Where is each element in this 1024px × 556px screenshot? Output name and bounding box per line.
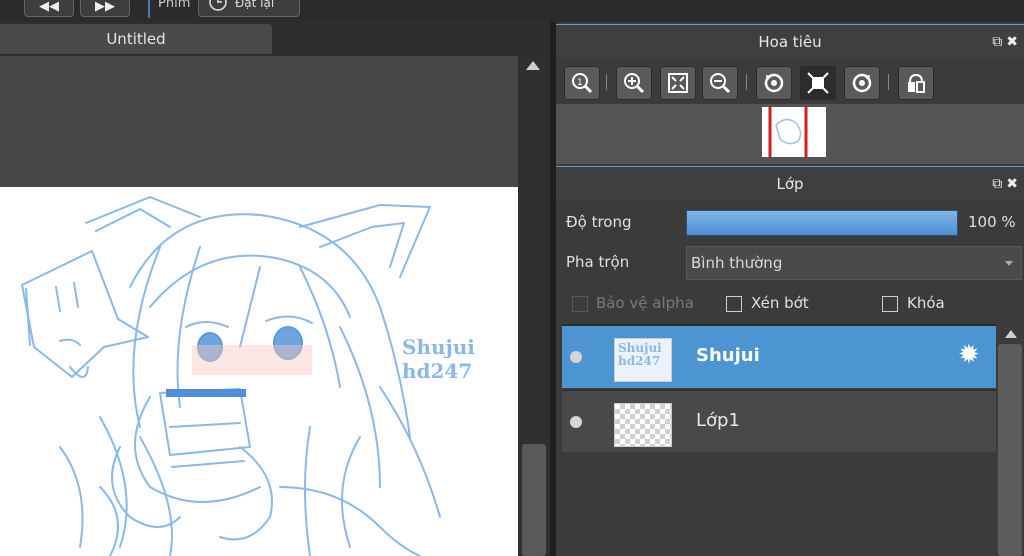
scrollbar-thumb[interactable]: [522, 444, 546, 556]
zoom-out-button[interactable]: [702, 66, 738, 100]
reset-label: Đặt lại: [235, 0, 275, 10]
fit-window-icon: [807, 72, 829, 94]
navigator-title: Hoa tiêu: [758, 33, 822, 51]
drawing-canvas[interactable]: Shujui hd247: [0, 187, 518, 556]
zoom-out-icon: [710, 73, 731, 94]
rewind-button[interactable]: ◀◀: [24, 0, 74, 17]
scroll-up-icon[interactable]: [1005, 330, 1017, 338]
gear-icon[interactable]: ✹: [958, 342, 980, 368]
layer-row-lop1[interactable]: Lớp1: [562, 390, 996, 454]
zoom-in-button[interactable]: [616, 66, 652, 100]
layer-panel-title: Lớp: [776, 175, 804, 193]
opacity-label: Độ trong: [566, 213, 632, 231]
toolbar-separator: [888, 74, 889, 90]
rewind-icon: ◀◀: [39, 0, 59, 14]
zoom-actual-icon: 1: [572, 73, 593, 94]
fit-icon: [668, 73, 688, 93]
fit-button[interactable]: [660, 66, 696, 100]
top-toolbar: [0, 0, 1024, 22]
fit-window-button[interactable]: [800, 66, 836, 100]
document-tab[interactable]: Untitled: [0, 24, 272, 54]
navigator-thumbnail-image: [768, 107, 808, 157]
blend-mode-select[interactable]: Bình thường: [686, 246, 1022, 280]
blend-mode-label: Pha trộn: [566, 253, 630, 271]
scroll-up-icon[interactable]: [526, 61, 540, 70]
protect-alpha-label: Bảo vệ alpha: [596, 294, 694, 312]
canvas-vertical-scrollbar[interactable]: [518, 56, 550, 556]
visibility-icon[interactable]: [570, 351, 582, 363]
undock-icon[interactable]: ⧉: [992, 34, 1006, 50]
layer-thumbnail: Shujui hd247: [614, 338, 672, 382]
rotate-right-button[interactable]: [844, 66, 880, 100]
clipping-checkbox[interactable]: [726, 296, 742, 312]
layer-row-shujui[interactable]: Shujui hd247 Shujui ✹: [562, 326, 996, 388]
zoom-actual-button[interactable]: 1: [564, 66, 600, 100]
watermark-line2: hd247: [402, 359, 473, 383]
blend-mode-value: Bình thường: [691, 254, 783, 272]
layer-thumbnail-text: Shujui hd247: [618, 341, 662, 368]
layer-name: Shujui: [696, 345, 760, 366]
reset-icon: [209, 0, 227, 11]
forward-icon: ▶▶: [95, 0, 115, 14]
scrollbar-thumb[interactable]: [998, 344, 1022, 556]
toolbar-divider: [148, 0, 150, 18]
rotate-left-button[interactable]: [756, 66, 792, 100]
undock-icon[interactable]: ⧉: [992, 176, 1006, 192]
close-icon[interactable]: ✖: [1006, 34, 1022, 50]
navigator-panel-header: Hoa tiêu ⧉✖: [556, 24, 1024, 59]
lock-checkbox[interactable]: [882, 296, 898, 312]
flip-icon: [908, 73, 925, 93]
close-icon[interactable]: ✖: [1006, 176, 1022, 192]
flip-button[interactable]: [898, 66, 934, 100]
rotate-left-icon: [764, 73, 784, 93]
forward-button[interactable]: ▶▶: [80, 0, 130, 17]
layer-thumbnail: [614, 403, 672, 447]
protect-alpha-checkbox[interactable]: [572, 296, 588, 312]
layer-list-scrollbar[interactable]: [996, 326, 1024, 556]
layer-panel-header: Lớp ⧉✖: [556, 166, 1024, 201]
svg-text:1: 1: [577, 78, 583, 88]
visibility-icon[interactable]: [570, 416, 582, 428]
navigator-thumbnail[interactable]: [762, 107, 826, 157]
zoom-in-icon: [624, 73, 645, 94]
lock-label: Khóa: [907, 294, 945, 312]
watermark-line1: Shujui: [402, 335, 475, 359]
toolbar-separator: [746, 74, 747, 90]
film-label: Phim: [158, 0, 191, 11]
chevron-down-icon: [1005, 261, 1013, 266]
canvas-watermark: Shujui hd247: [402, 335, 475, 383]
rotate-right-icon: [852, 73, 872, 93]
reset-button[interactable]: Đặt lại: [198, 0, 300, 17]
opacity-slider[interactable]: [686, 210, 958, 236]
clipping-label: Xén bớt: [751, 294, 809, 312]
layer-name: Lớp1: [696, 410, 740, 431]
layer-list-empty: [562, 452, 996, 556]
opacity-value: 100 %: [968, 213, 1016, 231]
toolbar-separator: [606, 74, 607, 90]
